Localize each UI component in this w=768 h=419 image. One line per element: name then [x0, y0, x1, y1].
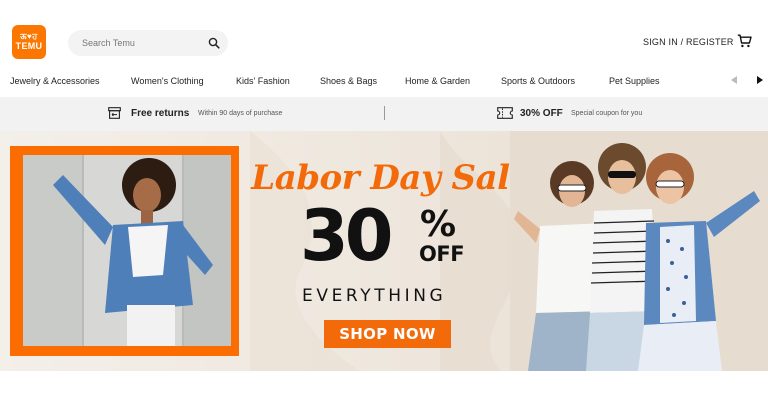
logo-wordmark: TEMU	[15, 41, 43, 51]
coupon-subtitle: Special coupon for you	[571, 110, 643, 117]
category-sports-outdoors[interactable]: Sports & Outdoors	[501, 76, 575, 86]
everything-label: EVERYTHING	[302, 286, 447, 306]
category-jewelry-accessories[interactable]: Jewelry & Accessories	[10, 76, 100, 86]
category-nav: Jewelry & Accessories Women's Clothing K…	[0, 72, 768, 92]
category-womens-clothing[interactable]: Women's Clothing	[131, 76, 204, 86]
return-box-icon	[108, 107, 121, 119]
category-pet-supplies[interactable]: Pet Supplies	[609, 76, 660, 86]
sign-in-register-link[interactable]: SIGN IN / REGISTER	[643, 37, 734, 47]
category-kids-fashion[interactable]: Kids' Fashion	[236, 76, 290, 86]
category-shoes-bags[interactable]: Shoes & Bags	[320, 76, 377, 86]
coupon-title: 30% OFF	[520, 108, 563, 119]
percent-sign: %	[420, 204, 457, 245]
category-home-garden[interactable]: Home & Garden	[405, 76, 470, 86]
woman-denim-jacket-photo	[23, 155, 231, 346]
sale-headline: Labor Day Sale	[251, 158, 531, 198]
search-bar[interactable]	[68, 30, 228, 56]
free-returns-subtitle: Within 90 days of purchase	[198, 110, 283, 117]
three-women-photo	[510, 131, 768, 371]
shop-now-button[interactable]: SHOP NOW	[324, 320, 451, 348]
search-icon[interactable]	[208, 37, 220, 49]
labor-day-sale-banner[interactable]: Labor Day Sale 30 % OFF EVERYTHING SHOP …	[0, 131, 768, 371]
search-input[interactable]	[68, 38, 198, 48]
discount-percent: 30	[300, 195, 393, 277]
category-scroll-left-icon[interactable]	[731, 76, 737, 84]
cart-icon[interactable]	[737, 34, 752, 48]
off-label: OFF	[419, 242, 465, 266]
site-header: ऊ♥ਹ TEMU SIGN IN / REGISTER	[0, 0, 768, 68]
coupon-icon	[497, 107, 513, 119]
category-scroll-right-icon[interactable]	[757, 76, 763, 84]
logo-glyphs: ऊ♥ਹ	[20, 32, 38, 41]
info-divider	[384, 106, 385, 120]
free-returns-title: Free returns	[131, 108, 190, 119]
promo-info-bar: Free returns Within 90 days of purchase …	[0, 97, 768, 131]
temu-logo[interactable]: ऊ♥ਹ TEMU	[12, 25, 46, 59]
